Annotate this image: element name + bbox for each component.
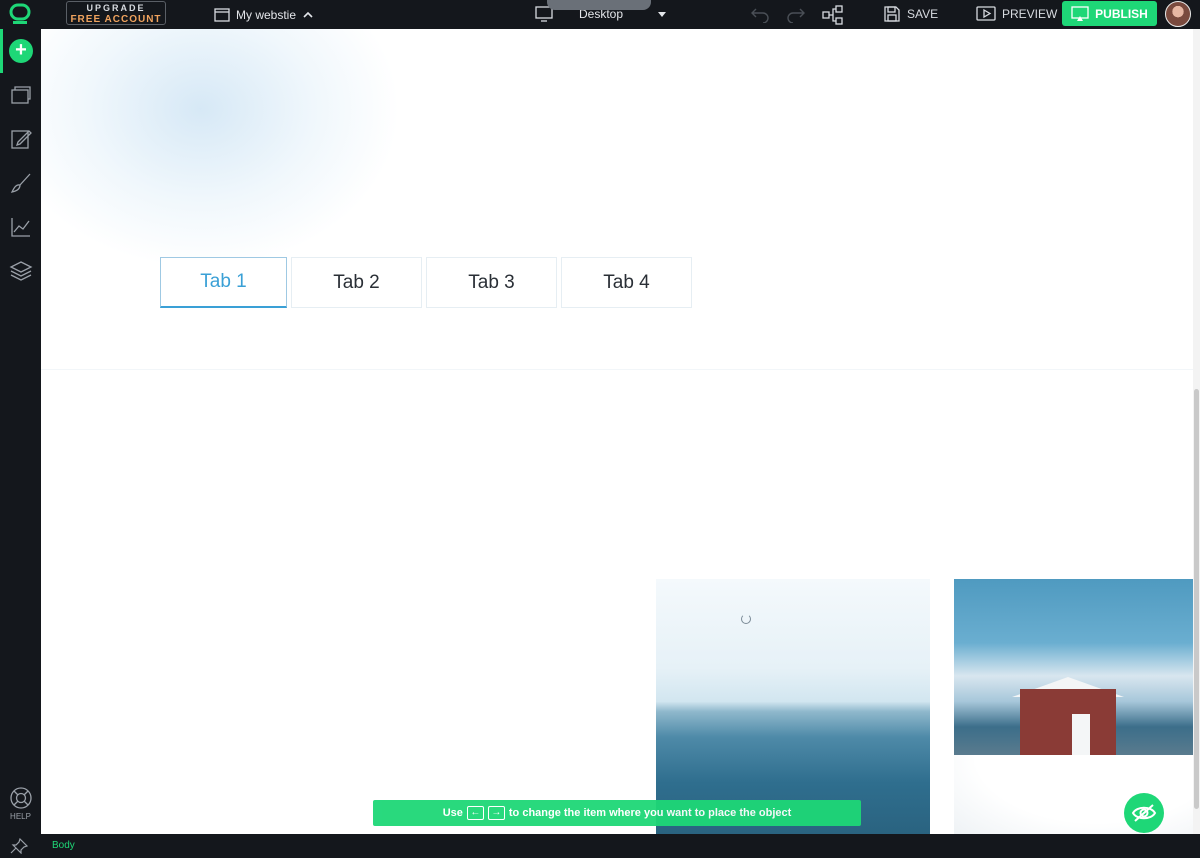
- scrollbar-thumb[interactable]: [1194, 389, 1199, 809]
- layers-icon[interactable]: [9, 259, 33, 283]
- loading-spinner-icon: [741, 614, 751, 624]
- browser-window-icon: [214, 7, 230, 22]
- tab-2[interactable]: Tab 2: [291, 257, 422, 308]
- add-element-button[interactable]: +: [0, 29, 41, 73]
- canvas-scrollbar[interactable]: [1193, 29, 1200, 834]
- cabin-door: [1072, 714, 1090, 760]
- help-label: HELP: [10, 812, 31, 821]
- save-label: SAVE: [907, 7, 939, 21]
- hide-element-button[interactable]: [1124, 793, 1164, 833]
- preview-button[interactable]: PREVIEW: [976, 5, 1057, 23]
- status-bar: Body: [0, 834, 1200, 858]
- arrow-left-key: ←: [466, 806, 484, 820]
- user-avatar[interactable]: [1165, 1, 1191, 27]
- chevron-up-icon: [303, 11, 313, 18]
- arrow-right-key: →: [487, 806, 505, 820]
- tabs-widget[interactable]: Tab 1 Tab 2 Tab 3 Tab 4: [160, 257, 692, 308]
- device-selector[interactable]: Desktop: [535, 0, 667, 22]
- pages-icon[interactable]: [9, 83, 33, 107]
- pin-icon[interactable]: [10, 838, 28, 854]
- hint-prefix: Use: [442, 807, 463, 819]
- redo-icon: [787, 8, 805, 23]
- save-button[interactable]: SAVE: [883, 5, 938, 23]
- editor-canvas[interactable]: Tab 1 Tab 2 Tab 3 Tab 4 Use ← → to chang…: [41, 29, 1193, 834]
- free-account-label: FREE ACCOUNT: [70, 14, 162, 25]
- collapse-handle[interactable]: [547, 0, 651, 10]
- sitemap-icon: [822, 5, 843, 25]
- play-screen-icon: [976, 6, 996, 21]
- red-cabin-image[interactable]: [954, 579, 1193, 834]
- upgrade-button[interactable]: UPGRADE FREE ACCOUNT: [66, 1, 166, 25]
- floppy-disk-icon: [884, 6, 900, 22]
- edit-pencil-icon[interactable]: [9, 127, 33, 151]
- left-sidebar: + HELP: [0, 29, 41, 834]
- paint-brush-icon[interactable]: [9, 171, 33, 195]
- redo-button[interactable]: [786, 5, 806, 23]
- sitemap-button[interactable]: [822, 5, 844, 25]
- eye-slash-icon: [1131, 804, 1157, 822]
- undo-button[interactable]: [750, 5, 770, 23]
- site-selector[interactable]: My webstie: [214, 6, 314, 23]
- plus-icon: +: [9, 39, 33, 63]
- publish-button[interactable]: PUBLISH: [1062, 1, 1157, 26]
- caret-down-icon: [658, 12, 667, 17]
- tab-3[interactable]: Tab 3: [426, 257, 557, 308]
- sea-birds-image[interactable]: [656, 579, 930, 834]
- undo-icon: [751, 8, 769, 23]
- top-toolbar: UPGRADE FREE ACCOUNT My webstie Desktop …: [0, 0, 1200, 29]
- breadcrumb[interactable]: Body: [52, 840, 75, 851]
- tab-1[interactable]: Tab 1: [160, 257, 287, 308]
- publish-label: PUBLISH: [1095, 6, 1148, 21]
- preview-label: PREVIEW: [1002, 7, 1058, 21]
- cabin-wall: [1020, 689, 1116, 761]
- site-name: My webstie: [236, 7, 297, 22]
- upgrade-label: UPGRADE: [86, 3, 146, 13]
- section-divider: [41, 369, 1193, 370]
- background-glow: [41, 29, 401, 269]
- analytics-chart-icon[interactable]: [9, 215, 33, 239]
- lifebuoy-icon: [9, 787, 32, 809]
- hint-text: to change the item where you want to pla…: [508, 807, 792, 819]
- publish-screen-icon: [1071, 5, 1089, 21]
- help-button[interactable]: HELP: [0, 786, 41, 821]
- app-logo-icon[interactable]: [8, 3, 32, 25]
- tab-4[interactable]: Tab 4: [561, 257, 692, 308]
- placement-hint-banner: Use ← → to change the item where you wan…: [373, 800, 861, 826]
